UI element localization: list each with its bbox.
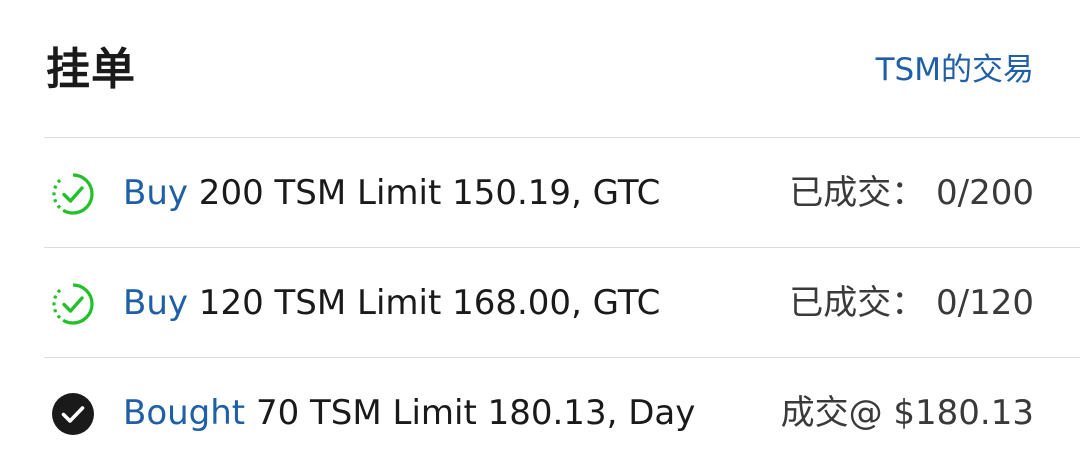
order-action-link[interactable]: Buy [123,173,188,213]
order-list: Buy 200 TSM Limit 150.19, GTC 已成交： 0/200… [44,137,1080,469]
order-row[interactable]: Bought 70 TSM Limit 180.13, Day 成交@ $180… [44,357,1080,469]
order-fill-status: 成交@ $180.13 [780,393,1034,433]
pending-check-icon [50,171,96,217]
order-fill-status: 已成交： 0/120 [789,283,1034,323]
orders-header: 挂单 TSM的交易 [46,0,1034,138]
order-row[interactable]: Buy 120 TSM Limit 168.00, GTC 已成交： 0/120 [44,247,1080,357]
order-fill-status: 已成交： 0/200 [789,173,1034,213]
filled-check-icon [50,391,96,437]
order-details: 70 TSM Limit 180.13, Day [245,393,696,433]
order-description: Bought 70 TSM Limit 180.13, Day [123,391,695,435]
tsm-trades-link[interactable]: TSM的交易 [876,50,1034,90]
order-row[interactable]: Buy 200 TSM Limit 150.19, GTC 已成交： 0/200 [44,137,1080,247]
pending-check-icon [50,281,96,327]
order-action-link[interactable]: Buy [123,283,188,323]
order-description: Buy 120 TSM Limit 168.00, GTC [123,281,660,325]
order-description: Buy 200 TSM Limit 150.19, GTC [123,171,660,215]
order-details: 120 TSM Limit 168.00, GTC [188,283,661,323]
order-action-link[interactable]: Bought [123,393,245,433]
order-details: 200 TSM Limit 150.19, GTC [188,173,661,213]
page-title: 挂单 [46,44,136,95]
